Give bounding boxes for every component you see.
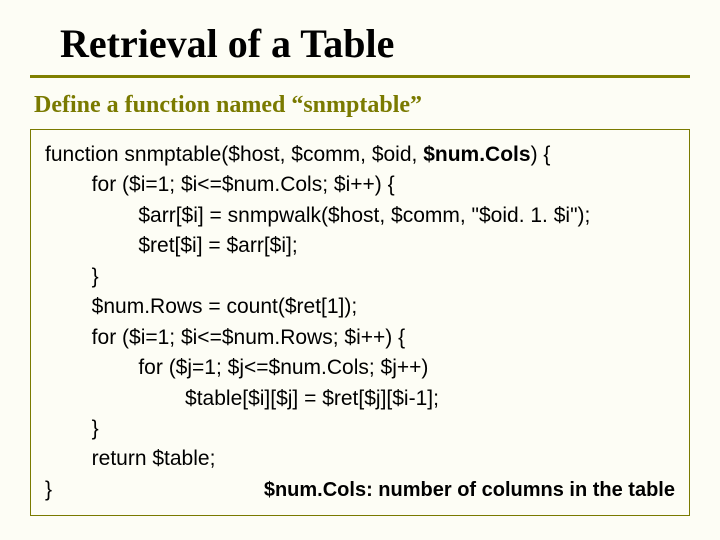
param-numcols: $num.Cols bbox=[423, 143, 530, 166]
code-line: $arr[$i] = snmpwalk($host, $comm, "$oid.… bbox=[45, 201, 675, 231]
code-line: for ($j=1; $j<=$num.Cols; $j++) bbox=[45, 353, 675, 383]
slide-subtitle: Define a function named “snmptable” bbox=[34, 92, 690, 119]
footnote-numcols: $num.Cols: number of columns in the tabl… bbox=[264, 476, 675, 505]
code-line: $table[$i][$j] = $ret[$j][$i-1]; bbox=[45, 384, 675, 414]
code-line: $ret[$i] = $arr[$i]; bbox=[45, 231, 675, 261]
code-line: } bbox=[45, 414, 675, 444]
code-line: $num.Rows = count($ret[1]); bbox=[45, 292, 675, 322]
code-box: function snmptable($host, $comm, $oid, $… bbox=[30, 129, 690, 516]
code-line: for ($i=1; $i<=$num.Rows; $i++) { bbox=[45, 323, 675, 353]
code-line: return $table; bbox=[45, 444, 675, 474]
code-line: } bbox=[45, 262, 675, 292]
code-line: function snmptable($host, $comm, $oid, $… bbox=[45, 140, 675, 170]
slide-title: Retrieval of a Table bbox=[60, 20, 690, 67]
code-line: for ($i=1; $i<=$num.Cols; $i++) { bbox=[45, 170, 675, 200]
slide: Retrieval of a Table Define a function n… bbox=[0, 0, 720, 540]
title-underline bbox=[30, 75, 690, 78]
